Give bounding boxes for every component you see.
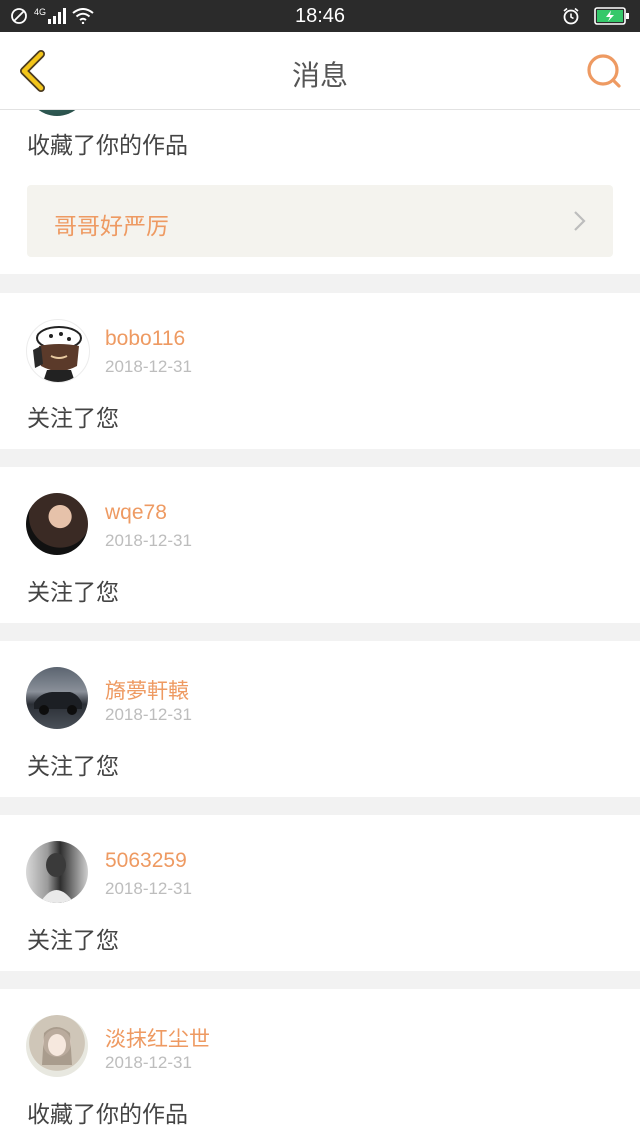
username-link[interactable]: 旖夢軒轅 [105, 675, 189, 705]
message-action: 关注了您 [27, 580, 119, 606]
message-card: wqe78 2018-12-31 关注了您 [0, 467, 640, 623]
search-button[interactable] [584, 51, 624, 91]
avatar[interactable] [26, 493, 88, 555]
avatar-portrait-image [40, 853, 74, 903]
username-link[interactable]: wqe78 [105, 501, 167, 525]
message-action: 关注了您 [27, 928, 119, 954]
battery-charging-icon [594, 7, 629, 25]
favorited-work-link[interactable]: 哥哥好严厉 [27, 185, 613, 257]
message-card: bobo116 2018-12-31 关注了您 [0, 293, 640, 449]
message-action: 收藏了你的作品 [27, 1102, 188, 1128]
message-card: 收藏了你的作品 哥哥好严厉 [0, 110, 640, 274]
avatar-girl-image [42, 1027, 72, 1065]
message-list[interactable]: 收藏了你的作品 哥哥好严厉 bobo116 2018-12-31 关注了您 wq… [0, 110, 640, 1138]
message-card: 5063259 2018-12-31 关注了您 [0, 815, 640, 971]
message-date: 2018-12-31 [105, 879, 192, 898]
search-icon [587, 54, 621, 88]
avatar[interactable] [26, 1015, 88, 1077]
avatar[interactable] [26, 841, 88, 903]
status-time: 18:46 [294, 5, 346, 27]
alarm-icon [563, 7, 579, 25]
status-bar: 4G 18:46 [0, 0, 640, 32]
avatar-cartoon-image [33, 326, 82, 382]
page-title: 消息 [291, 59, 348, 92]
message-date: 2018-12-31 [105, 705, 192, 724]
message-date: 2018-12-31 [105, 357, 192, 376]
message-card: 旖夢軒轅 2018-12-31 关注了您 [0, 641, 640, 797]
work-title: 哥哥好严厉 [54, 214, 169, 240]
navigation-bar: 消息 [0, 32, 640, 110]
message-action: 收藏了你的作品 [27, 133, 188, 159]
avatar[interactable] [26, 110, 88, 116]
message-card: 淡抹红尘世 2018-12-31 收藏了你的作品 [0, 989, 640, 1138]
username-link[interactable]: 淡抹红尘世 [105, 1023, 210, 1053]
message-action: 关注了您 [27, 754, 119, 780]
avatar[interactable] [26, 667, 88, 729]
message-action: 关注了您 [27, 406, 119, 432]
message-date: 2018-12-31 [105, 1053, 192, 1072]
chevron-right-icon [574, 211, 586, 231]
username-link[interactable]: bobo116 [105, 327, 185, 351]
status-right-icons [562, 6, 630, 26]
avatar[interactable] [26, 319, 90, 383]
avatar-car-image [34, 692, 82, 715]
message-date: 2018-12-31 [105, 531, 192, 550]
username-link[interactable]: 5063259 [105, 849, 187, 873]
